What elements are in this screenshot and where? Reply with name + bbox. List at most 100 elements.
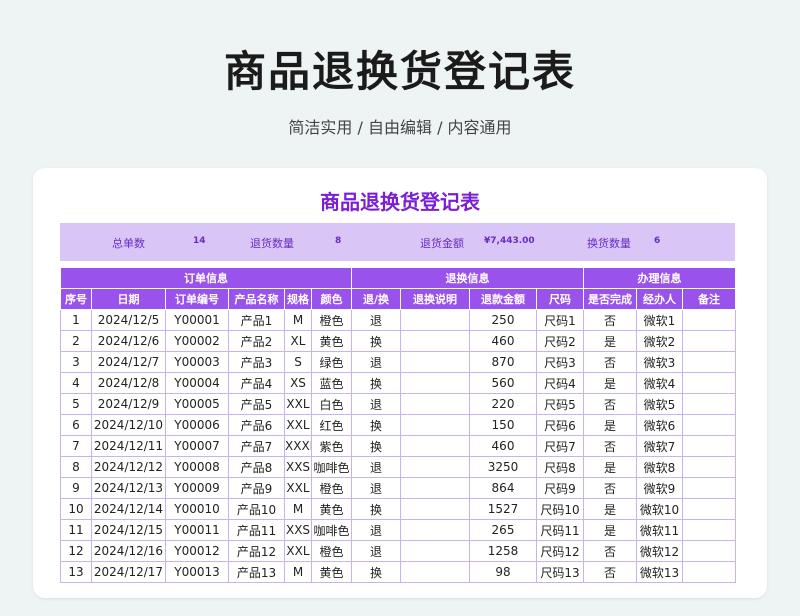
col-date-cell[interactable]: 2024/12/8 [91,372,166,394]
col-refund-cell[interactable]: 3250 [469,456,537,478]
col-type-cell[interactable]: 换 [351,561,401,583]
col-done-cell[interactable]: 否 [583,561,637,583]
col-color-cell[interactable]: 绿色 [311,351,352,373]
col-date-cell[interactable]: 2024/12/7 [91,351,166,373]
col-handler-cell[interactable]: 微软10 [636,498,683,520]
col-note-cell[interactable] [400,414,470,436]
col-product-cell[interactable]: 产品4 [228,372,285,394]
col-spec-cell[interactable]: XXL [284,477,312,499]
col-index-cell[interactable]: 1 [60,309,92,331]
col-handler-cell[interactable]: 微软1 [636,309,683,331]
col-done-cell[interactable]: 否 [583,540,637,562]
col-spec-cell[interactable]: XS [284,372,312,394]
col-color-cell[interactable]: 紫色 [311,435,352,457]
col-date-cell[interactable]: 2024/12/17 [91,561,166,583]
col-date-cell[interactable]: 2024/12/14 [91,498,166,520]
col-product-cell[interactable]: 产品1 [228,309,285,331]
col-color-cell[interactable]: 红色 [311,414,352,436]
col-color-cell[interactable]: 黄色 [311,498,352,520]
col-product-cell[interactable]: 产品12 [228,540,285,562]
col-order-no-cell[interactable]: Y00007 [165,435,229,457]
col-note-cell[interactable] [400,393,470,415]
col-date-cell[interactable]: 2024/12/5 [91,309,166,331]
col-type-cell[interactable]: 退 [351,393,401,415]
col-handler-cell[interactable]: 微软13 [636,561,683,583]
col-type-cell[interactable]: 换 [351,414,401,436]
col-done-cell[interactable]: 否 [583,393,637,415]
col-order-no-cell[interactable]: Y00003 [165,351,229,373]
col-color-cell[interactable]: 橙色 [311,309,352,331]
col-product-cell[interactable]: 产品8 [228,456,285,478]
col-refund-cell[interactable]: 220 [469,393,537,415]
col-remark-cell[interactable] [682,519,736,541]
col-color-cell[interactable]: 白色 [311,393,352,415]
col-remark-cell[interactable] [682,456,736,478]
col-spec-cell[interactable]: XXL [284,414,312,436]
col-remark-cell[interactable] [682,372,736,394]
col-type-cell[interactable]: 换 [351,330,401,352]
col-type-cell[interactable]: 换 [351,498,401,520]
col-product-cell[interactable]: 产品2 [228,330,285,352]
col-date-cell[interactable]: 2024/12/12 [91,456,166,478]
col-remark-cell[interactable] [682,498,736,520]
col-note-cell[interactable] [400,435,470,457]
col-type-cell[interactable]: 退 [351,519,401,541]
col-index-cell[interactable]: 11 [60,519,92,541]
col-type-cell[interactable]: 退 [351,477,401,499]
col-note-cell[interactable] [400,477,470,499]
col-note-cell[interactable] [400,456,470,478]
col-type-cell[interactable]: 换 [351,435,401,457]
col-done-cell[interactable]: 是 [583,372,637,394]
col-done-cell[interactable]: 否 [583,309,637,331]
col-size-cell[interactable]: 尺码12 [536,540,584,562]
col-note-cell[interactable] [400,351,470,373]
col-order-no-cell[interactable]: Y00011 [165,519,229,541]
col-order-no-cell[interactable]: Y00013 [165,561,229,583]
col-spec-cell[interactable]: XXL [284,393,312,415]
col-refund-cell[interactable]: 1527 [469,498,537,520]
col-order-no-cell[interactable]: Y00012 [165,540,229,562]
col-handler-cell[interactable]: 微软7 [636,435,683,457]
col-refund-cell[interactable]: 265 [469,519,537,541]
col-refund-cell[interactable]: 560 [469,372,537,394]
col-spec-cell[interactable]: S [284,351,312,373]
col-note-cell[interactable] [400,519,470,541]
col-size-cell[interactable]: 尺码6 [536,414,584,436]
col-product-cell[interactable]: 产品11 [228,519,285,541]
col-remark-cell[interactable] [682,477,736,499]
col-handler-cell[interactable]: 微软9 [636,477,683,499]
col-color-cell[interactable]: 黄色 [311,561,352,583]
col-refund-cell[interactable]: 250 [469,309,537,331]
col-size-cell[interactable]: 尺码9 [536,477,584,499]
col-type-cell[interactable]: 退 [351,456,401,478]
col-done-cell[interactable]: 是 [583,456,637,478]
col-note-cell[interactable] [400,561,470,583]
col-color-cell[interactable]: 咖啡色 [311,456,352,478]
col-index-cell[interactable]: 13 [60,561,92,583]
col-remark-cell[interactable] [682,330,736,352]
col-size-cell[interactable]: 尺码4 [536,372,584,394]
col-order-no-cell[interactable]: Y00002 [165,330,229,352]
col-index-cell[interactable]: 2 [60,330,92,352]
col-index-cell[interactable]: 6 [60,414,92,436]
col-date-cell[interactable]: 2024/12/15 [91,519,166,541]
col-note-cell[interactable] [400,309,470,331]
col-type-cell[interactable]: 换 [351,372,401,394]
col-refund-cell[interactable]: 98 [469,561,537,583]
col-spec-cell[interactable]: XXS [284,456,312,478]
col-spec-cell[interactable]: M [284,309,312,331]
col-color-cell[interactable]: 蓝色 [311,372,352,394]
col-product-cell[interactable]: 产品7 [228,435,285,457]
col-product-cell[interactable]: 产品3 [228,351,285,373]
col-handler-cell[interactable]: 微软5 [636,393,683,415]
col-spec-cell[interactable]: XXXL [284,435,312,457]
col-size-cell[interactable]: 尺码3 [536,351,584,373]
col-product-cell[interactable]: 产品6 [228,414,285,436]
col-size-cell[interactable]: 尺码13 [536,561,584,583]
col-remark-cell[interactable] [682,351,736,373]
col-product-cell[interactable]: 产品10 [228,498,285,520]
col-date-cell[interactable]: 2024/12/6 [91,330,166,352]
col-note-cell[interactable] [400,540,470,562]
col-product-cell[interactable]: 产品9 [228,477,285,499]
col-date-cell[interactable]: 2024/12/9 [91,393,166,415]
